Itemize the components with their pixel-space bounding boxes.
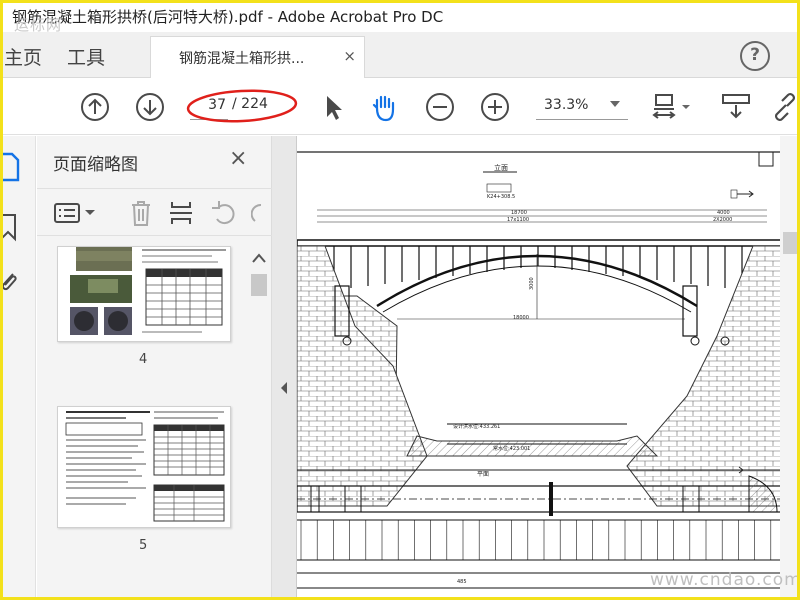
document-scroll-thumb[interactable]	[783, 232, 797, 254]
arrow-up-circle-icon[interactable]	[79, 91, 111, 123]
highlight-ring	[186, 89, 298, 123]
title-bar: 钢筋混凝土箱形拱桥(后河特大桥).pdf - Adobe Acrobat Pro…	[0, 0, 800, 34]
rotate-left-icon[interactable]	[211, 199, 237, 227]
close-panel-icon[interactable]: ×	[229, 146, 247, 171]
tab-bar: 主页 工具 钢筋混凝土箱形拱... ×	[0, 32, 800, 78]
page-thumbnails-panel: 页面缩略图 × 4 5	[37, 136, 272, 600]
window-title: 钢筋混凝土箱形拱桥(后河特大桥).pdf - Adobe Acrobat Pro…	[12, 8, 444, 26]
tab-home[interactable]: 主页	[4, 43, 42, 70]
attachment-icon[interactable]	[0, 268, 20, 298]
help-icon[interactable]: ?	[740, 41, 770, 71]
arrow-down-circle-icon[interactable]	[134, 91, 166, 123]
tab-document[interactable]: 钢筋混凝土箱形拱... ×	[150, 36, 365, 78]
thumbnail-4-content	[70, 247, 226, 335]
link-icon[interactable]	[770, 91, 800, 123]
pointer-arrow-icon[interactable]	[318, 91, 350, 123]
thumbnail-label-4: 4	[139, 352, 148, 367]
chevron-down-icon	[610, 101, 620, 107]
elevation-label: 立面	[494, 163, 508, 172]
bookmark-icon[interactable]	[0, 212, 20, 242]
document-view[interactable]: 立面 K24+308.5 18700 17x1100 4000 2X2000 1…	[296, 136, 780, 600]
trash-icon[interactable]	[129, 199, 153, 227]
bridge-elevation-drawing: 立面 K24+308.5 18700 17x1100 4000 2X2000 1…	[297, 151, 780, 589]
page-thumbnail-4[interactable]	[57, 246, 231, 342]
station-label: K24+308.5	[487, 194, 515, 200]
span-dim: 18000	[513, 315, 529, 321]
water-level-2: 常水位:423.001	[493, 445, 530, 452]
panel-collapse-handle[interactable]	[272, 136, 296, 600]
dim-top-2: 17x1100	[507, 217, 529, 223]
insert-pages-icon[interactable]	[169, 199, 193, 227]
plan-label: 平面	[477, 471, 489, 478]
panel-toolbar	[37, 188, 272, 236]
document-scrollbar[interactable]	[780, 136, 800, 600]
zoom-value: 33.3%	[544, 97, 589, 113]
water-level-1: 设计洪水位:433.261	[453, 423, 500, 430]
scroll-mode-icon[interactable]	[720, 91, 752, 123]
fit-page-icon[interactable]	[650, 91, 694, 123]
plus-circle-icon[interactable]	[479, 91, 511, 123]
tab-tools[interactable]: 工具	[67, 43, 105, 70]
bottom-dim: 485	[457, 579, 467, 585]
thumbnail-scrollbar[interactable]	[249, 246, 269, 600]
tab-document-label: 钢筋混凝土箱形拱...	[179, 51, 305, 67]
rise-dim: 3000	[529, 277, 535, 290]
zoom-select[interactable]: 33.3%	[536, 92, 628, 120]
rotate-right-icon[interactable]	[251, 199, 265, 227]
panel-title: 页面缩略图	[53, 155, 138, 175]
collapse-arrow-icon[interactable]	[279, 381, 289, 395]
minus-circle-icon[interactable]	[424, 91, 456, 123]
close-tab-icon[interactable]: ×	[343, 47, 356, 65]
page-thumbnails-icon[interactable]	[0, 152, 20, 182]
thumbnail-scroll-thumb[interactable]	[251, 274, 267, 296]
left-rail	[0, 136, 36, 600]
thumbnail-options-icon[interactable]	[53, 202, 97, 224]
page-thumbnail-5[interactable]	[57, 406, 231, 528]
thumbnail-label-5: 5	[139, 538, 148, 553]
dim-top-4: 2X2000	[713, 217, 732, 223]
toolbar	[0, 79, 800, 135]
dim-top-1: 18700	[511, 210, 527, 216]
scroll-up-icon[interactable]	[251, 252, 267, 264]
dim-top-3: 4000	[717, 210, 730, 216]
hand-icon[interactable]	[368, 91, 400, 123]
thumbnail-5-content	[65, 411, 225, 522]
site-watermark: www.cndao.com	[650, 570, 800, 590]
